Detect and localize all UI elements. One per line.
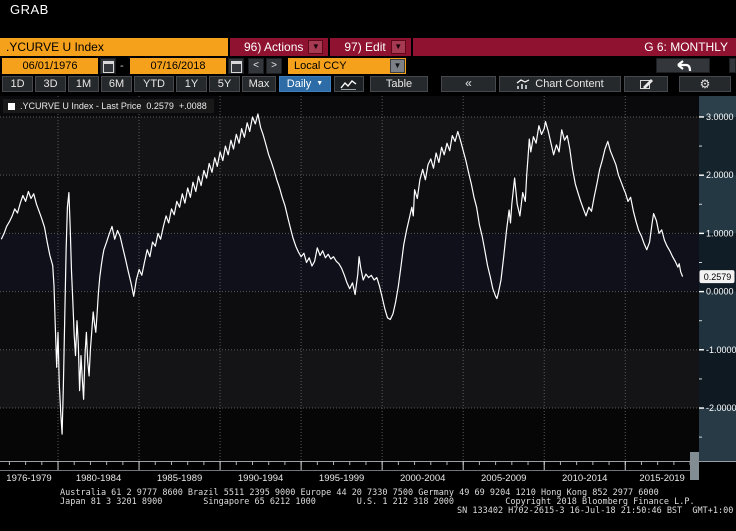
- actions-menu-label: 96) Actions: [244, 40, 303, 54]
- actions-menu-button[interactable]: 96) Actions ▼: [230, 38, 330, 56]
- collapse-icon: «: [465, 76, 472, 90]
- chevron-down-icon: ▼: [390, 59, 405, 73]
- date-range-separator: -: [120, 58, 124, 74]
- chevron-down-icon: ▼: [391, 40, 406, 54]
- period-button-5y[interactable]: 5Y: [209, 76, 240, 92]
- chart-toolbar: 1D3D1M6MYTD1Y5YMax Daily ▼ Table « Chart…: [0, 76, 736, 93]
- security-title[interactable]: .YCURVE U Index: [0, 38, 228, 56]
- y-tick-label: 1.0000: [706, 228, 734, 238]
- period-button-3d[interactable]: 3D: [35, 76, 66, 92]
- y-tick-label: -2.0000: [706, 403, 736, 413]
- bloomberg-terminal-window: GRAB .YCURVE U Index 96) Actions ▼ 97) E…: [0, 0, 736, 531]
- x-segment-label: 1976-1979: [6, 473, 51, 484]
- end-date-input[interactable]: 07/16/2018: [130, 58, 226, 74]
- table-view-label: Table: [386, 78, 412, 90]
- currency-value: Local CCY: [294, 58, 347, 74]
- scroll-forward-button[interactable]: >: [266, 58, 282, 74]
- period-button-1m[interactable]: 1M: [68, 76, 99, 92]
- frequency-value: Daily: [287, 77, 311, 91]
- scroll-back-button[interactable]: <: [248, 58, 264, 74]
- chart-content-icon: [516, 79, 530, 90]
- axis-band: [699, 175, 736, 233]
- settings-button[interactable]: ⚙: [679, 76, 731, 92]
- plot-band: [0, 292, 699, 350]
- price-chart[interactable]: 3.0000 2.0000 1.0000 0.0000 -1.0000 -2.0000 19…: [0, 96, 736, 488]
- plot-band: [0, 350, 699, 408]
- x-segment-label: 2005-2009: [481, 473, 526, 484]
- plot-band: [0, 117, 699, 175]
- chevron-down-icon: ▼: [308, 40, 323, 54]
- chevron-right-icon: >: [271, 60, 277, 71]
- legend-change: +.0088: [179, 101, 207, 111]
- chevron-left-icon: <: [253, 60, 259, 71]
- calendar-icon: [231, 61, 242, 73]
- page-title: GRAB: [10, 2, 49, 17]
- period-button-1d[interactable]: 1D: [2, 76, 33, 92]
- edit-menu-label: 97) Edit: [344, 40, 385, 54]
- y-tick-label: 2.0000: [706, 170, 734, 180]
- plot-band: [0, 233, 699, 291]
- axis-resize-handle: [690, 452, 699, 480]
- period-button-max[interactable]: Max: [242, 76, 276, 92]
- legend-last-price: 0.2579: [146, 101, 174, 111]
- last-price-badge-label: 0.2579: [704, 272, 732, 282]
- chart-content-label: Chart Content: [535, 77, 603, 91]
- end-calendar-button[interactable]: [228, 58, 244, 74]
- axis-band: [699, 117, 736, 175]
- line-chart-view-button[interactable]: [334, 76, 364, 92]
- frequency-dropdown[interactable]: Daily ▼: [279, 76, 331, 92]
- y-tick-label: 3.0000: [706, 112, 734, 122]
- table-view-button[interactable]: Table: [370, 76, 428, 92]
- command-title-bar: .YCURVE U Index 96) Actions ▼ 97) Edit ▼…: [0, 38, 736, 56]
- axis-band: [699, 350, 736, 408]
- x-segment-label: 2000-2004: [400, 473, 445, 484]
- x-segment-label: 1985-1989: [157, 473, 202, 484]
- start-calendar-button[interactable]: [100, 58, 116, 74]
- axis-band: [699, 408, 736, 461]
- calendar-icon: [103, 61, 114, 73]
- function-page-label: G 6: MONTHLY: [644, 38, 736, 56]
- chart-legend: .YCURVE U Index - Last Price 0.2579 +.00…: [3, 99, 214, 113]
- chart-area: 3.0000 2.0000 1.0000 0.0000 -1.0000 -2.0000 19…: [0, 96, 736, 488]
- annotate-button[interactable]: [624, 76, 668, 92]
- undo-button[interactable]: [656, 58, 710, 73]
- x-segment-label: 2015-2019: [639, 473, 684, 484]
- chevron-down-icon: ▼: [316, 77, 323, 91]
- plot-band: [0, 175, 699, 233]
- y-tick-label: -1.0000: [706, 345, 736, 355]
- toolbar-edge-button[interactable]: [729, 58, 736, 73]
- x-segment-label: 1980-1984: [76, 473, 121, 484]
- gear-icon: ⚙: [700, 77, 711, 91]
- x-segment-label: 2010-2014: [562, 473, 607, 484]
- menu-bar: 96) Actions ▼ 97) Edit ▼ G 6: MONTHLY: [230, 38, 736, 56]
- line-chart-icon: [340, 79, 358, 90]
- edit-menu-button[interactable]: 97) Edit ▼: [330, 38, 412, 56]
- start-date-input[interactable]: 06/01/1976: [2, 58, 98, 74]
- x-segment-label: 1995-1999: [319, 473, 364, 484]
- date-range-bar: 06/01/1976 - 07/16/2018 < > Local CCY ▼: [0, 58, 736, 74]
- currency-select[interactable]: Local CCY ▼: [288, 58, 406, 74]
- chart-content-button[interactable]: Chart Content: [499, 76, 621, 92]
- axis-band: [699, 292, 736, 350]
- legend-series-label: .YCURVE U Index - Last Price: [20, 101, 141, 111]
- footer-serial-line: SN 133402 H702-2615-3 16-Jul-18 21:50:46…: [457, 507, 733, 516]
- x-segment-label: 1990-1994: [238, 473, 283, 484]
- y-tick-label: 0.0000: [706, 287, 734, 297]
- undo-arrow-icon: [673, 60, 693, 72]
- period-button-6m[interactable]: 6M: [101, 76, 132, 92]
- series-swatch-icon: [8, 103, 15, 110]
- plot-band: [0, 408, 699, 461]
- period-button-1y[interactable]: 1Y: [176, 76, 207, 92]
- annotate-pencil-icon: [639, 78, 654, 90]
- period-button-ytd[interactable]: YTD: [134, 76, 174, 92]
- collapse-panel-button[interactable]: «: [441, 76, 496, 92]
